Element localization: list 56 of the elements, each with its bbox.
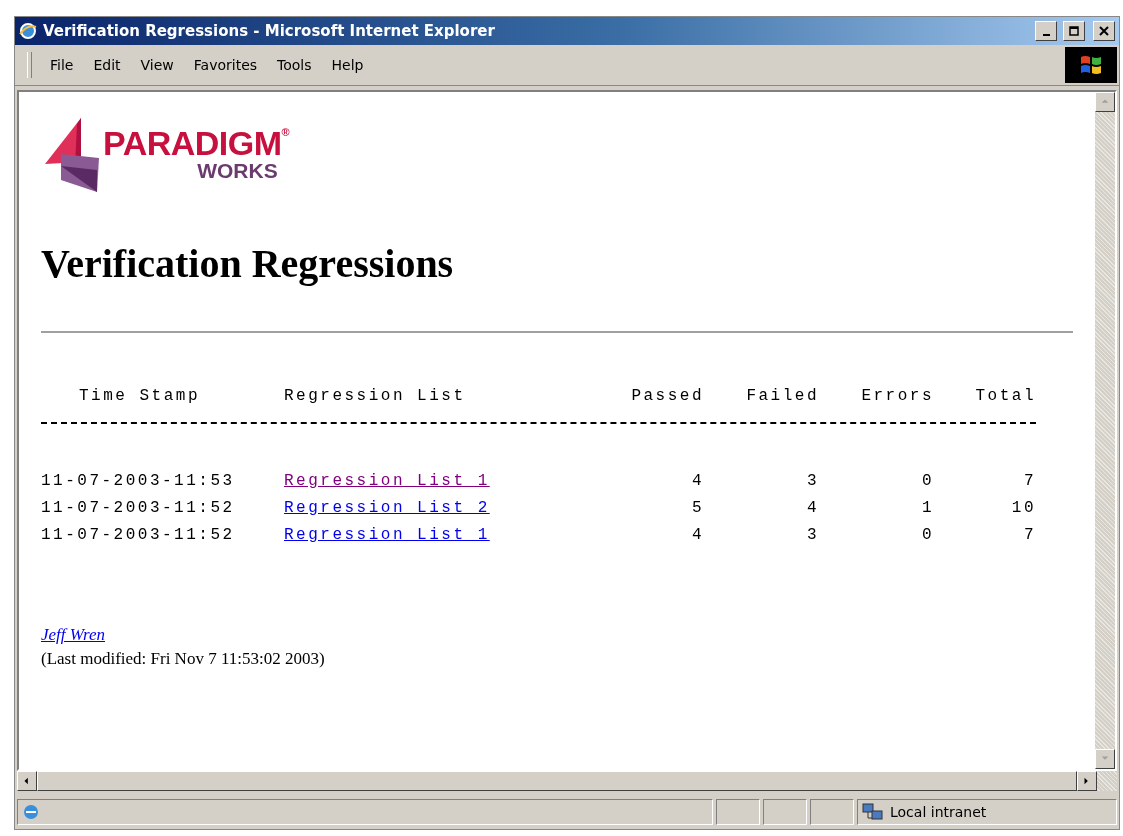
column-header: Total [974,386,1036,407]
table-cell-text: 3 [805,471,819,492]
table-cell-text: 4 [690,471,704,492]
table-cell-text: 11-07-2003-11:53 [41,471,236,492]
regression-link[interactable]: Regression_List_1 [284,472,490,490]
logo-name: PARADIGM [103,126,282,160]
column-header: Time Stamp [78,386,201,407]
menu-item[interactable]: Favorites [185,55,266,75]
windows-logo-icon [1065,47,1117,83]
scroll-right-button[interactable] [1077,771,1097,791]
browser-icon [19,22,37,40]
menu-item[interactable]: Help [323,55,372,75]
status-pane [763,799,807,825]
scroll-left-button[interactable] [17,771,37,791]
last-modified-text: (Last modified: Fri Nov 7 11:53:02 2003) [41,649,326,669]
menu-item[interactable]: Edit [85,55,129,75]
zone-label: Local intranet [890,804,987,820]
page-icon [22,803,40,821]
table-cell-text: 4 [690,525,704,546]
table-cell-text: 5 [690,498,704,519]
regression-link[interactable]: Regression_List_2 [284,499,490,517]
regression-link[interactable]: Regression_List_1 [284,526,490,544]
menu-item[interactable]: View [132,55,182,75]
table-cell-text: 7 [1022,471,1036,492]
menu-item[interactable]: File [42,55,82,75]
registered-mark: ® [281,126,290,138]
logo-subtitle: WORKS [197,160,278,181]
intranet-icon [862,802,884,822]
table-cell-text: 0 [920,525,934,546]
scroll-up-button[interactable] [1095,92,1115,112]
column-header: Failed [745,386,819,407]
minimize-icon [1042,34,1050,36]
status-pane [810,799,854,825]
table-cell-text: 1 [920,498,934,519]
table-cell-text: 0 [920,471,934,492]
status-pane [716,799,760,825]
page-heading: Verification Regressions [41,240,455,287]
table-cell-text: 11-07-2003-11:52 [41,498,236,519]
table-cell-text: 4 [805,498,819,519]
author-link[interactable]: Jeff Wren [41,625,106,645]
minimize-button[interactable] [1035,21,1057,41]
maximize-button[interactable] [1063,21,1085,41]
window-title: Verification Regressions - Microsoft Internet Explorer [43,22,496,40]
column-header: Passed [630,386,704,407]
table-cell-text: 3 [805,525,819,546]
table-cell-text: 7 [1022,525,1036,546]
scroll-down-button[interactable] [1095,749,1115,769]
column-header: Errors [860,386,934,407]
close-button[interactable] [1093,21,1115,41]
table-cell-text: 10 [1010,498,1036,519]
menu-item[interactable]: Tools [269,55,320,75]
table-cell-text: 11-07-2003-11:52 [41,525,236,546]
close-icon [1099,26,1109,36]
maximize-icon [1069,26,1079,36]
vertical-scrollbar[interactable] [1095,92,1115,769]
column-header: Regression List [284,386,467,407]
